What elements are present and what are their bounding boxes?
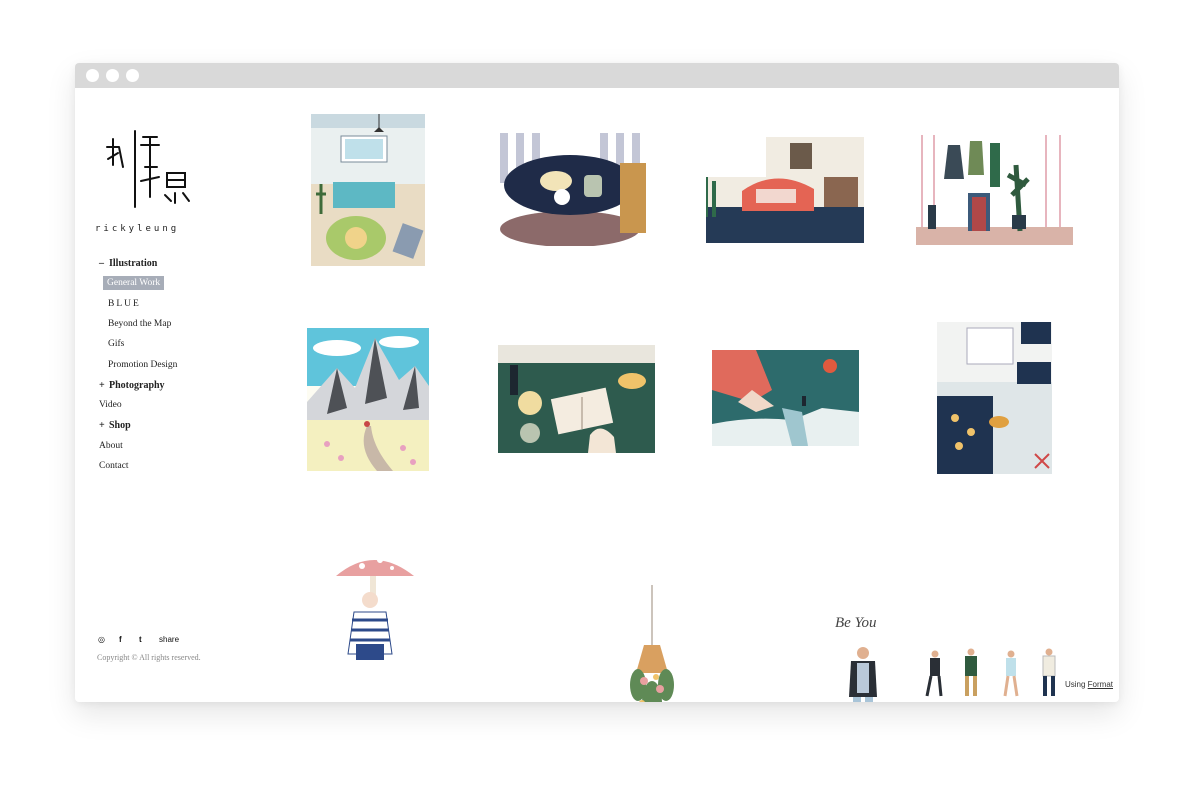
- facebook-icon[interactable]: f: [119, 635, 122, 644]
- nav-illustration[interactable]: – Illustration: [99, 258, 157, 269]
- nav-video[interactable]: Video: [99, 400, 122, 410]
- artwork-living-room-thumbnail[interactable]: [706, 137, 864, 243]
- site-logo[interactable]: [105, 127, 200, 219]
- tumblr-icon[interactable]: t: [139, 635, 142, 644]
- artwork-mushroom-reader-thumbnail[interactable]: [334, 550, 416, 663]
- artwork-hanging-bouquet-thumbnail[interactable]: [616, 585, 688, 702]
- powered-by: Using Format: [1065, 680, 1113, 689]
- artwork-studio-room-thumbnail[interactable]: [937, 322, 1052, 474]
- collapse-icon: –: [99, 258, 104, 269]
- browser-window: rickyleung – Illustration General Work BL…: [75, 63, 1119, 702]
- using-text: Using: [1064, 680, 1086, 689]
- signature-text: Be You: [835, 615, 877, 631]
- window-titlebar: [75, 63, 1119, 88]
- artwork-breakfast-table-thumbnail[interactable]: [500, 133, 652, 246]
- format-link[interactable]: Format: [1088, 680, 1113, 689]
- expand-icon: +: [99, 420, 105, 431]
- logo-caption: rickyleung: [95, 224, 180, 234]
- nav-photography[interactable]: + Photography: [99, 380, 165, 391]
- instagram-icon[interactable]: ◎: [98, 635, 105, 644]
- nav-beyond-the-map[interactable]: Beyond the Map: [108, 319, 171, 329]
- nav-blue[interactable]: BLUE: [108, 299, 141, 309]
- window-dot-icon[interactable]: [126, 69, 139, 82]
- nav-photography-label: Photography: [109, 380, 165, 391]
- nav-illustration-label: Illustration: [109, 258, 158, 269]
- window-dot-icon[interactable]: [106, 69, 119, 82]
- nav-about[interactable]: About: [99, 441, 123, 451]
- share-link[interactable]: share: [159, 635, 179, 644]
- artwork-giant-hand-thumbnail[interactable]: [712, 350, 859, 446]
- artwork-desk-thumbnail[interactable]: [498, 345, 655, 453]
- nav-general-work[interactable]: General Work: [103, 276, 165, 290]
- artwork-be-you-thumbnail[interactable]: Be You: [831, 605, 893, 702]
- artwork-four-figures-thumbnail[interactable]: [921, 648, 1063, 700]
- nav-shop-label: Shop: [109, 420, 131, 431]
- artwork-closet-thumbnail[interactable]: [916, 135, 1073, 245]
- copyright: Copyright © All rights reserved.: [97, 653, 201, 662]
- nav-gifs[interactable]: Gifs: [108, 339, 124, 349]
- nav-contact[interactable]: Contact: [99, 461, 129, 471]
- expand-icon: +: [99, 380, 105, 391]
- artwork-bedroom-thumbnail[interactable]: [311, 114, 425, 266]
- nav-promotion-design[interactable]: Promotion Design: [108, 360, 177, 370]
- artwork-mountain-thumbnail[interactable]: [307, 328, 429, 471]
- window-dot-icon[interactable]: [86, 69, 99, 82]
- nav-shop[interactable]: + Shop: [99, 420, 131, 431]
